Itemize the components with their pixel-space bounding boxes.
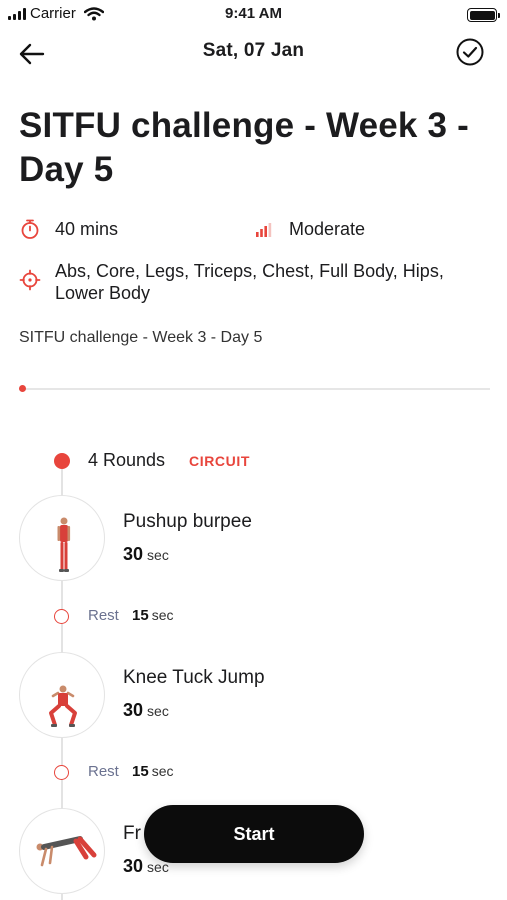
workout-subtitle: SITFU challenge - Week 3 - Day 5	[19, 329, 263, 346]
rest-label: Rest	[88, 607, 119, 624]
exercise-name: Knee Tuck Jump	[123, 667, 265, 688]
target-icon	[19, 269, 41, 291]
exercise-name: Pushup burpee	[123, 511, 252, 532]
plank-figure-icon	[36, 836, 97, 867]
stopwatch-icon	[21, 219, 39, 239]
duration-row: 40 mins	[19, 218, 118, 240]
intensity-text: Moderate	[289, 219, 366, 239]
circuit-dot	[54, 453, 70, 469]
rest-dot	[54, 609, 69, 624]
nav-bar: Sat, 07 Jan	[0, 34, 507, 72]
targets-text: Abs, Core, Legs, Triceps, Chest, Full Bo…	[55, 261, 444, 303]
rest-duration: 15 sec	[132, 763, 174, 780]
intensity-bars-icon	[256, 223, 272, 237]
progress-track	[19, 385, 490, 392]
pushup-burpee-thumbnail[interactable]	[19, 495, 105, 581]
rounds-label: 4 Rounds	[88, 450, 166, 470]
intensity-row: Moderate	[253, 218, 365, 240]
workout-title: SITFU challenge - Week 3 - Day 5	[19, 106, 469, 189]
exercise-duration: 30 sec	[123, 544, 169, 564]
duration-text: 40 mins	[55, 219, 119, 239]
progress-indicator	[19, 385, 26, 392]
knee-tuck-jump-thumbnail[interactable]	[19, 652, 105, 738]
exercise-name: Fr	[123, 823, 141, 844]
exercise-thumbnail[interactable]	[19, 808, 105, 894]
targets-row: Abs, Core, Legs, Triceps, Chest, Full Bo…	[19, 260, 489, 304]
rest-duration: 15 sec	[132, 607, 174, 624]
nav-date-title: Sat, 07 Jan	[202, 40, 305, 61]
standing-figure-icon	[57, 517, 71, 572]
rest-label: Rest	[88, 763, 119, 780]
squat-figure-icon	[49, 685, 77, 727]
start-button[interactable]: Start	[144, 805, 364, 863]
battery-icon	[467, 8, 500, 22]
rest-dot	[54, 765, 69, 780]
circuit-type-label: CIRCUIT	[189, 453, 250, 469]
status-bar: Carrier 9:41 AM	[0, 0, 507, 28]
check-circle-icon[interactable]	[455, 37, 485, 67]
exercise-duration: 30 sec	[123, 700, 169, 720]
status-time: 9:41 AM	[225, 5, 282, 22]
